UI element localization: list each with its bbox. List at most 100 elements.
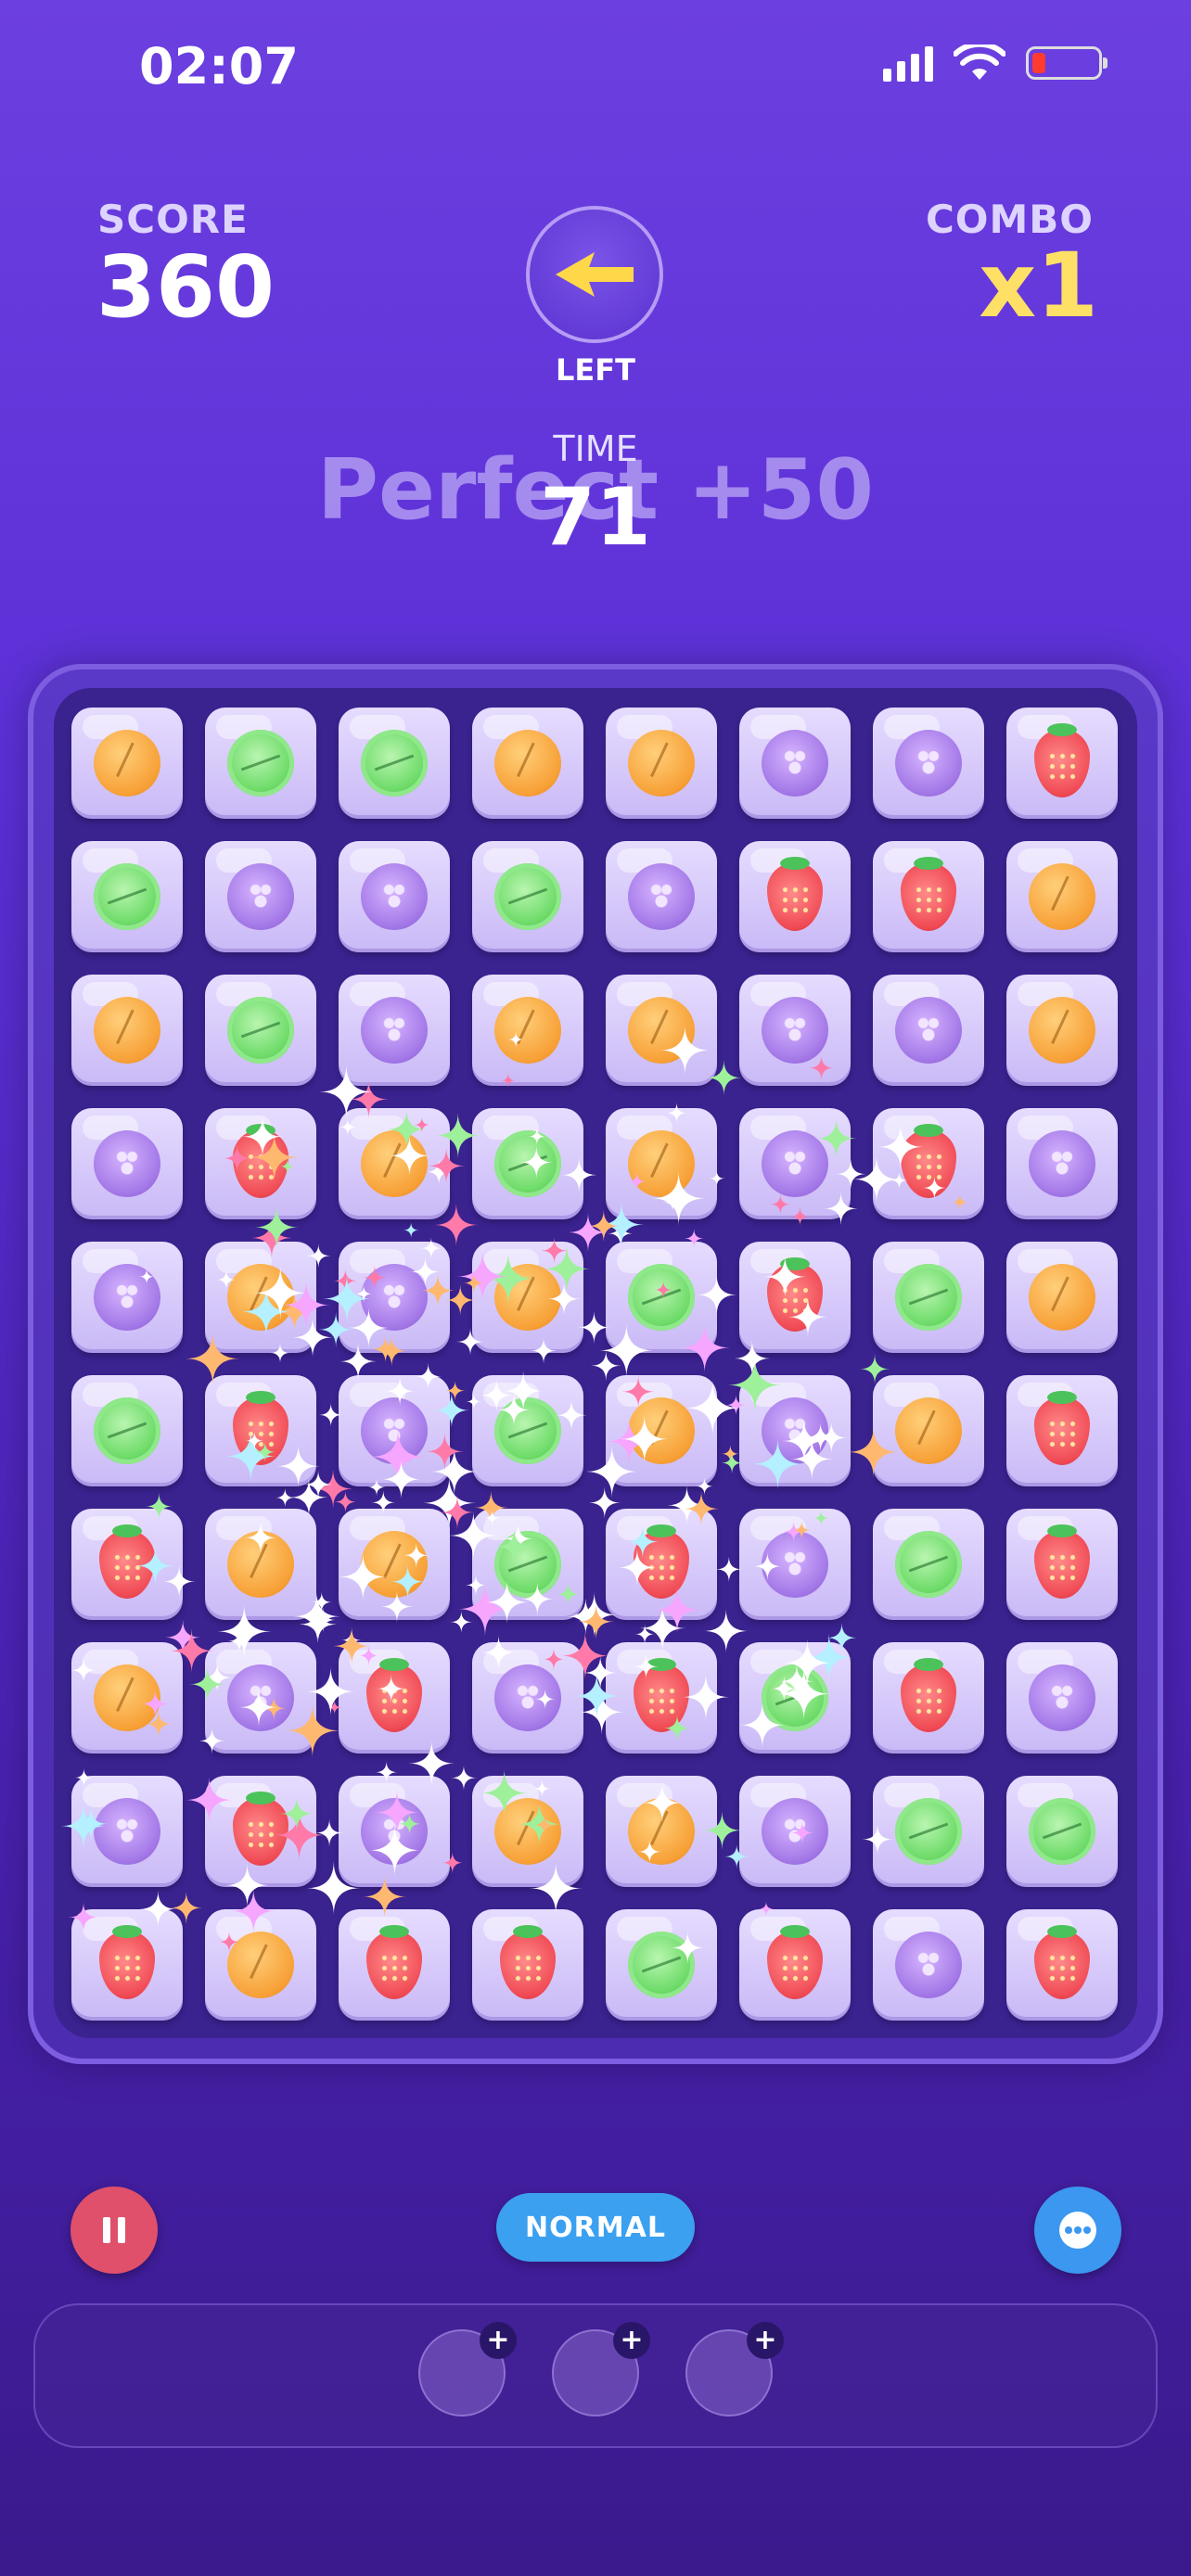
tile[interactable] [472,1909,583,2021]
tile[interactable] [71,1776,183,1887]
tile[interactable] [339,1909,450,2021]
tile[interactable] [1006,708,1118,819]
tile[interactable] [472,1108,583,1219]
tile[interactable] [873,708,984,819]
berry-icon [628,863,695,930]
tile[interactable] [873,1108,984,1219]
tile[interactable] [1006,1108,1118,1219]
strawberry-icon [1034,1925,1090,1999]
tile[interactable] [71,975,183,1086]
tile[interactable] [1006,1509,1118,1620]
tile[interactable] [71,1642,183,1753]
tile[interactable] [339,1642,450,1753]
tile[interactable] [873,1642,984,1753]
berry-icon [895,1932,962,1998]
tile[interactable] [71,841,183,952]
tile[interactable] [739,1909,851,2021]
tile[interactable] [1006,975,1118,1086]
tile[interactable] [873,1909,984,2021]
tile[interactable] [472,1642,583,1753]
strawberry-icon [500,1925,556,1999]
tile[interactable] [873,1509,984,1620]
tile[interactable] [205,1909,316,2021]
tile[interactable] [873,975,984,1086]
add-icon: + [747,2322,784,2359]
tile[interactable] [606,1509,717,1620]
tile[interactable] [205,1375,316,1486]
tile[interactable] [739,1509,851,1620]
tile[interactable] [606,1642,717,1753]
lime-icon [628,1264,695,1331]
tile[interactable] [205,1108,316,1219]
tile[interactable] [606,1776,717,1887]
tile[interactable] [71,1242,183,1353]
tile[interactable] [71,708,183,819]
tile[interactable] [1006,1242,1118,1353]
more-button[interactable] [1034,2187,1121,2274]
tile[interactable] [339,1242,450,1353]
tile[interactable] [606,1242,717,1353]
tile[interactable] [1006,841,1118,952]
tile[interactable] [71,1108,183,1219]
tile[interactable] [205,1509,316,1620]
tile[interactable] [739,1242,851,1353]
tile[interactable] [739,1642,851,1753]
tile[interactable] [339,841,450,952]
tile[interactable] [606,1108,717,1219]
difficulty-button[interactable]: NORMAL [496,2193,695,2262]
tile[interactable] [739,841,851,952]
tile[interactable] [339,975,450,1086]
tile[interactable] [472,1242,583,1353]
tile[interactable] [873,1375,984,1486]
tile[interactable] [606,975,717,1086]
strawberry-icon [366,1658,422,1732]
tile[interactable] [205,1642,316,1753]
tile[interactable] [339,1375,450,1486]
tile[interactable] [71,1375,183,1486]
lime-icon [895,1264,962,1331]
score-value: 360 [96,237,275,337]
tile[interactable] [873,1776,984,1887]
tile[interactable] [739,1776,851,1887]
powerup-slot[interactable]: + [552,2322,650,2417]
tile[interactable] [205,975,316,1086]
lime-icon [494,1531,561,1598]
berry-icon [762,997,828,1064]
tile[interactable] [205,841,316,952]
tile[interactable] [1006,1375,1118,1486]
tile[interactable] [71,1909,183,2021]
tile[interactable] [739,1375,851,1486]
tile[interactable] [339,1776,450,1887]
tile[interactable] [339,1509,450,1620]
tile[interactable] [739,708,851,819]
strawberry-icon [767,857,823,931]
tile[interactable] [472,841,583,952]
tile[interactable] [71,1509,183,1620]
tile[interactable] [739,1108,851,1219]
powerup-slot[interactable]: + [418,2322,517,2417]
tile[interactable] [205,708,316,819]
tile[interactable] [606,708,717,819]
tile[interactable] [472,1776,583,1887]
tile[interactable] [205,1242,316,1353]
tile[interactable] [472,1375,583,1486]
tile[interactable] [339,1108,450,1219]
tile[interactable] [606,1909,717,2021]
tile[interactable] [205,1776,316,1887]
tile[interactable] [873,1242,984,1353]
tile[interactable] [1006,1909,1118,2021]
direction-button[interactable] [526,206,663,343]
tile[interactable] [606,841,717,952]
tile[interactable] [739,975,851,1086]
tile[interactable] [606,1375,717,1486]
powerup-slot[interactable]: + [685,2322,784,2417]
tile[interactable] [1006,1642,1118,1753]
tile[interactable] [472,1509,583,1620]
pause-button[interactable] [70,2187,158,2274]
lime-icon [227,730,294,797]
tile[interactable] [873,841,984,952]
tile[interactable] [1006,1776,1118,1887]
tile[interactable] [339,708,450,819]
tile[interactable] [472,975,583,1086]
tile[interactable] [472,708,583,819]
